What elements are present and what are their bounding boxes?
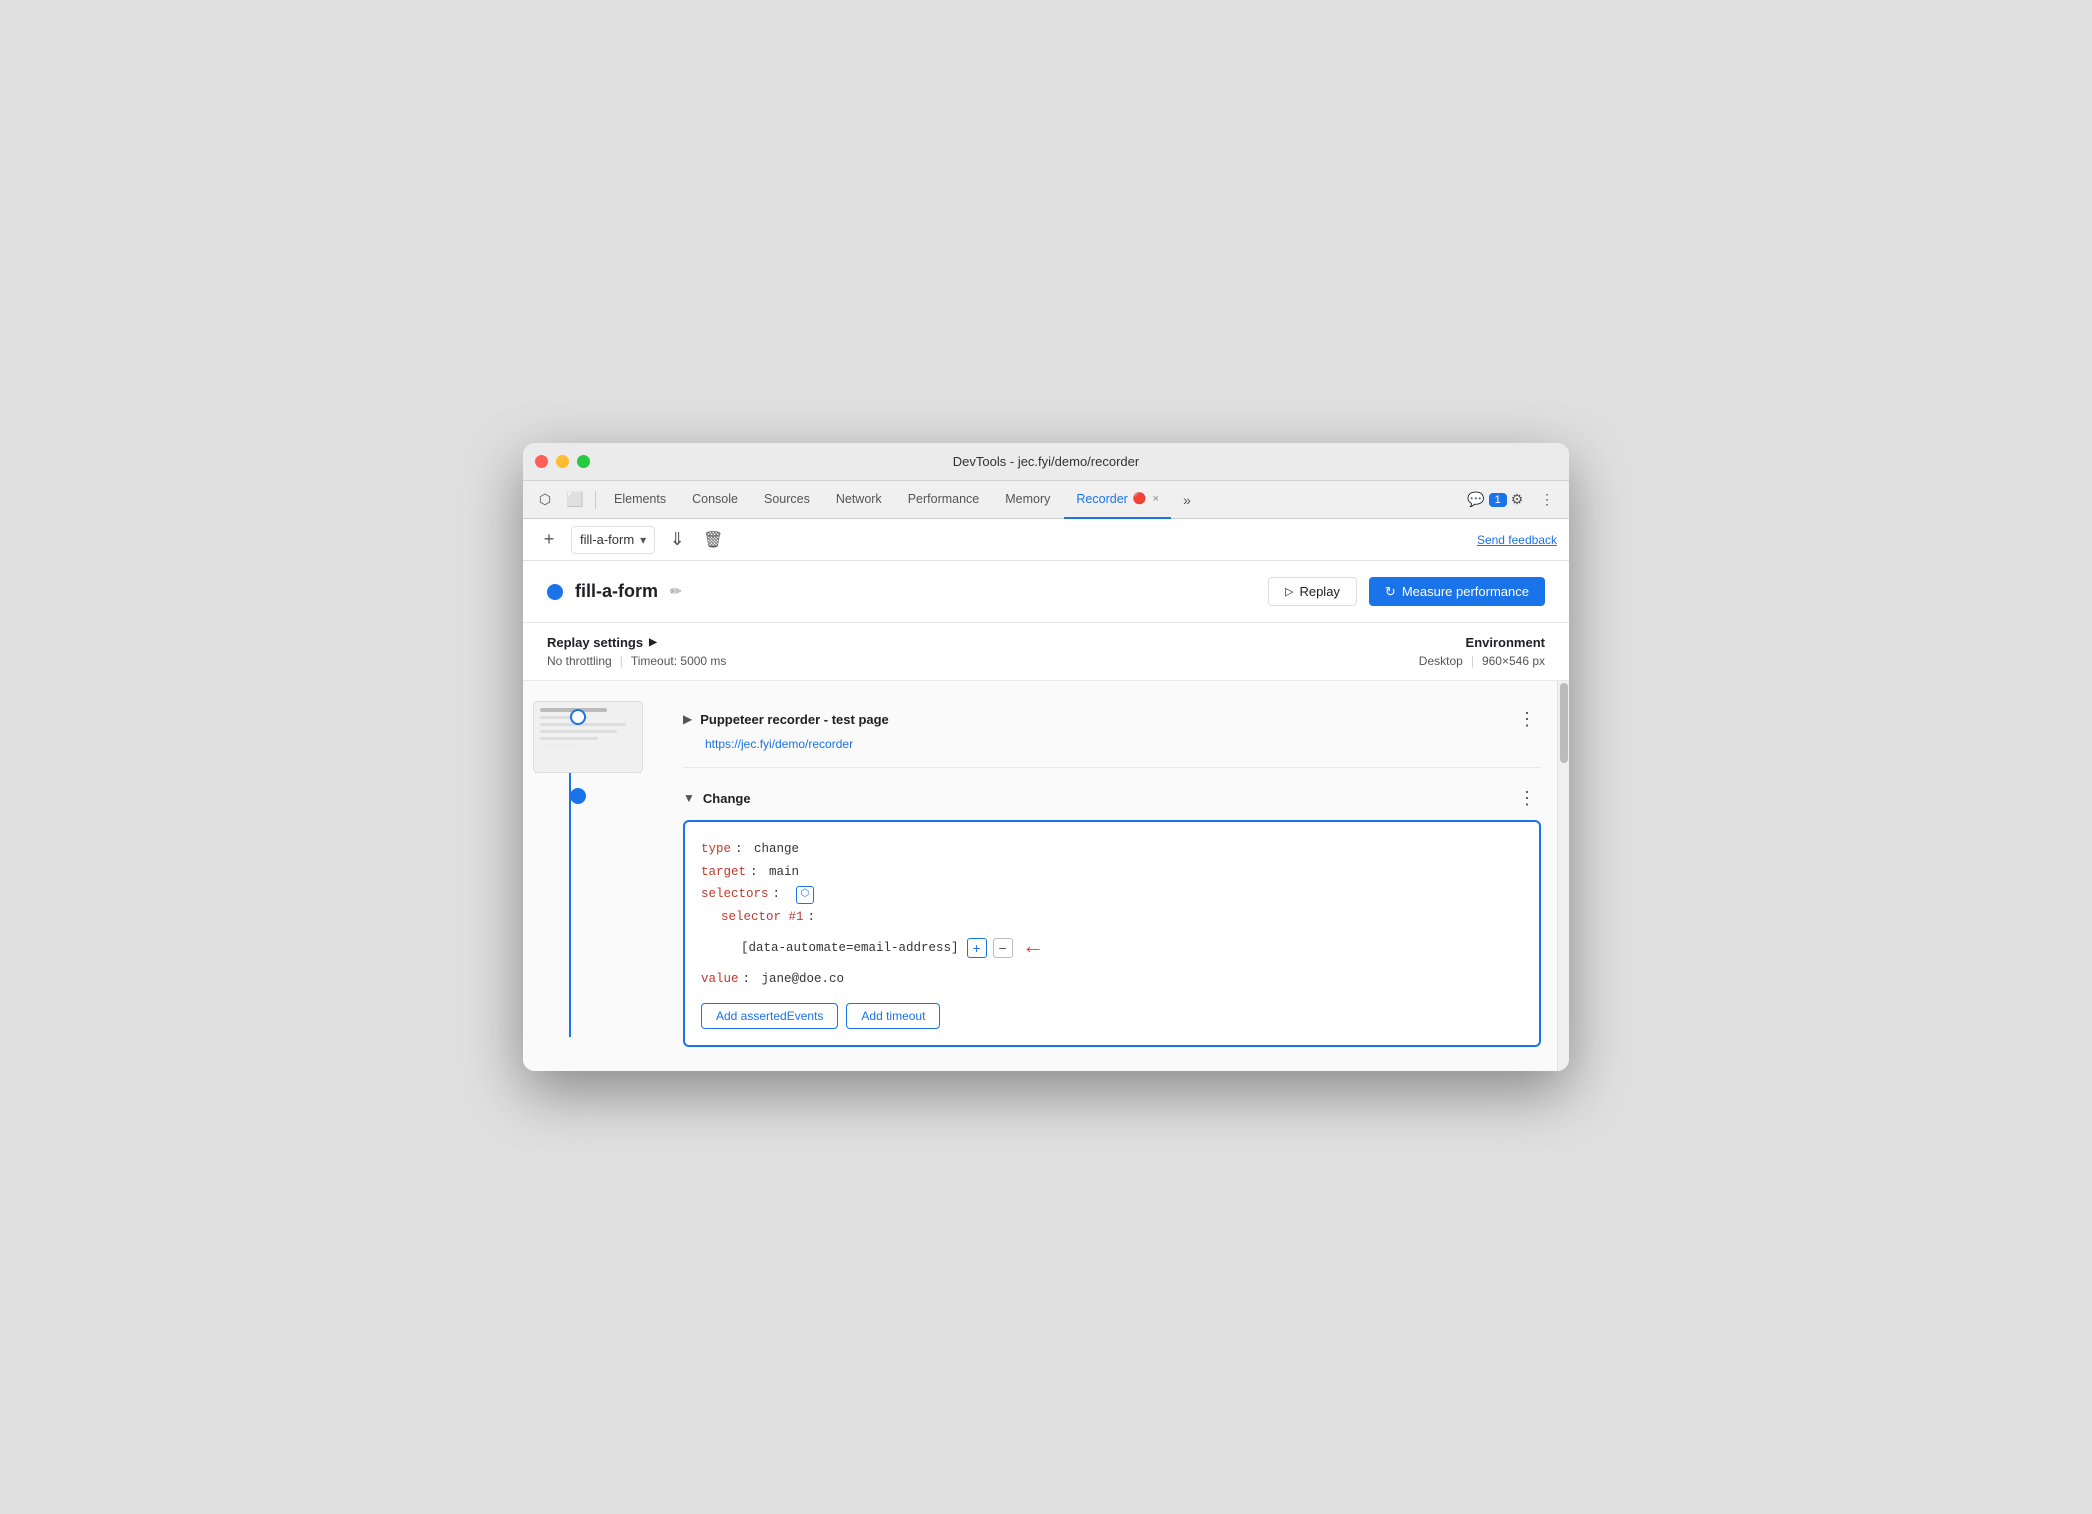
edit-recording-icon[interactable]: ✏ [670,583,682,600]
selector-remove-button[interactable]: − [993,938,1013,958]
steps-list: ▶ Puppeteer recorder - test page ⋮ https… [683,693,1557,1058]
red-arrow-indicator: ← [1027,928,1040,968]
tab-sources[interactable]: Sources [752,481,822,519]
tab-memory[interactable]: Memory [993,481,1062,519]
recording-status-dot [547,584,563,600]
recording-selector[interactable]: fill-a-form ▾ [571,526,655,554]
devtools-more-icon[interactable]: ⋮ [1533,486,1561,514]
export-button[interactable]: ⇓ [663,526,691,554]
tab-separator [595,491,596,509]
scrollbar-track [1557,681,1569,1070]
minimize-button[interactable] [556,455,569,468]
add-asserted-events-button[interactable]: Add assertedEvents [701,1003,838,1029]
environment-detail: Desktop | 960×546 px [1419,654,1545,668]
code-line-selector-val: [data-automate=email-address] + − ← [741,928,1523,968]
close-button[interactable] [535,455,548,468]
devtools-window: DevTools - jec.fyi/demo/recorder ⬡ ⬜ Ele… [523,443,1569,1070]
recorder-tab-close[interactable]: × [1153,493,1159,505]
recorder-toolbar: + fill-a-form ▾ ⇓ 🗑 Send feedback [523,519,1569,561]
step-change-expand-icon[interactable]: ▼ [683,791,695,805]
tab-performance[interactable]: Performance [896,481,992,519]
steps-scroll-area: ▶ Puppeteer recorder - test page ⋮ https… [523,681,1569,1070]
replay-settings: Replay settings ▶ No throttling | Timeou… [547,635,726,668]
step-navigate-title: Puppeteer recorder - test page [700,712,889,727]
more-tabs-icon[interactable]: » [1173,486,1201,514]
measure-icon: ↻ [1385,584,1396,600]
device-icon[interactable]: ⬜ [561,486,589,514]
inspect-icon[interactable]: ⬡ [531,486,559,514]
recording-header: fill-a-form ✏ ▷ Replay ↻ Measure perform… [523,561,1569,623]
step-navigate-url[interactable]: https://jec.fyi/demo/recorder [705,737,1541,751]
send-feedback-link[interactable]: Send feedback [1477,533,1557,547]
settings-detail: No throttling | Timeout: 5000 ms [547,654,726,668]
delete-button[interactable]: 🗑 [699,526,727,554]
scrollbar-thumb[interactable] [1560,683,1568,763]
window-title: DevTools - jec.fyi/demo/recorder [953,454,1139,469]
settings-icon[interactable]: ⚙ [1503,486,1531,514]
step-change-more-button[interactable]: ⋮ [1513,784,1541,812]
step-navigate-expand-icon[interactable]: ▶ [683,712,692,726]
step-navigate-header: ▶ Puppeteer recorder - test page ⋮ [683,705,1541,733]
environment-title: Environment [1419,635,1545,650]
tab-elements[interactable]: Elements [602,481,678,519]
add-timeout-button[interactable]: Add timeout [846,1003,940,1029]
measure-performance-button[interactable]: ↻ Measure performance [1369,577,1545,606]
replay-settings-title[interactable]: Replay settings ▶ [547,635,726,650]
tab-console[interactable]: Console [680,481,750,519]
code-line-value: value : jane@doe.co [701,968,1523,991]
chat-button[interactable]: 💬1 [1473,486,1501,514]
step-action-buttons: Add assertedEvents Add timeout [701,1003,1523,1029]
header-actions: ▷ Replay ↻ Measure performance [1268,577,1545,606]
step-divider [683,767,1541,768]
code-line-type: type : change [701,838,1523,861]
replay-button[interactable]: ▷ Replay [1268,577,1357,606]
selector-add-button[interactable]: + [967,938,987,958]
step-navigate-more-button[interactable]: ⋮ [1513,705,1541,733]
page-thumbnail [533,701,643,773]
code-line-target: target : main [701,861,1523,884]
devtools-tabs: ⬡ ⬜ Elements Console Sources Network Per… [523,481,1569,519]
step-navigate: ▶ Puppeteer recorder - test page ⋮ https… [683,693,1541,763]
settings-bar: Replay settings ▶ No throttling | Timeou… [523,623,1569,681]
thumbnail-area [523,693,683,1058]
environment-settings: Environment Desktop | 960×546 px [1419,635,1545,668]
maximize-button[interactable] [577,455,590,468]
selector-picker-icon[interactable]: ⬡ [796,886,815,904]
tab-recorder[interactable]: Recorder 🔴 × [1064,481,1171,519]
add-recording-button[interactable]: + [535,526,563,554]
tab-network[interactable]: Network [824,481,894,519]
main-content: fill-a-form ✏ ▷ Replay ↻ Measure perform… [523,561,1569,1070]
step-navigate-title-row: ▶ Puppeteer recorder - test page [683,712,889,727]
step-change-title-row: ▼ Change [683,791,751,806]
step-change: ▼ Change ⋮ type : change [683,772,1541,1058]
code-line-selector-num: selector #1 : [721,906,1523,929]
replay-play-icon: ▷ [1285,585,1293,598]
change-code-block: type : change target : main [683,820,1541,1046]
titlebar: DevTools - jec.fyi/demo/recorder [523,443,1569,481]
recording-name-label: fill-a-form [575,581,658,602]
step-change-header: ▼ Change ⋮ [683,784,1541,812]
traffic-lights [535,455,590,468]
step-change-title: Change [703,791,751,806]
code-line-selectors: selectors : ⬡ [701,883,1523,906]
recording-title: fill-a-form ✏ [547,581,682,602]
steps-container: ▶ Puppeteer recorder - test page ⋮ https… [523,693,1557,1058]
